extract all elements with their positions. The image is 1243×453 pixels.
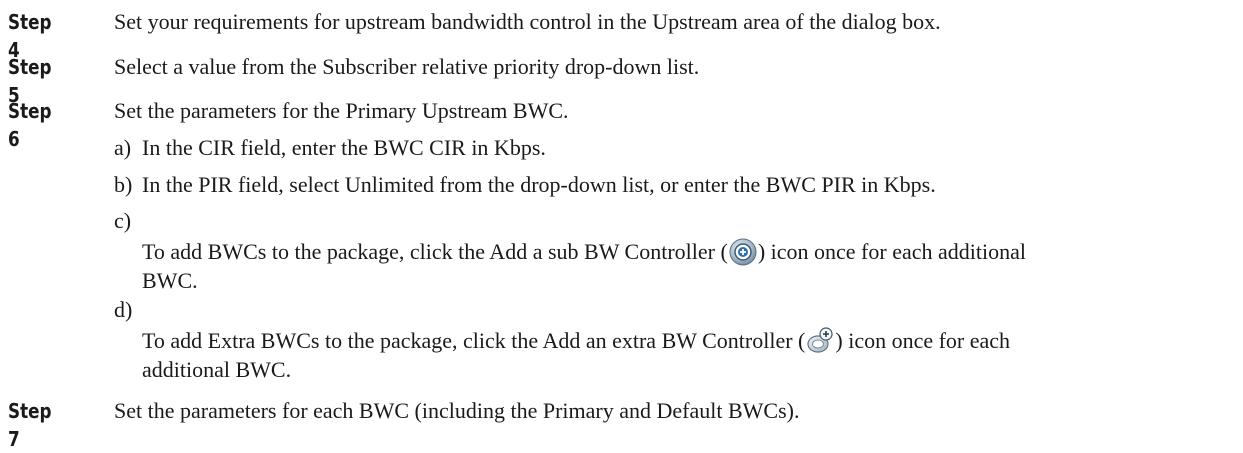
substep-text: In the PIR field, select Unlimited from … <box>142 172 936 197</box>
step-text: Set the parameters for the Primary Upstr… <box>114 98 569 123</box>
substep-text-cont: BWC. <box>142 268 198 293</box>
substep-text-before: To add Extra BWCs to the package, click … <box>142 328 806 353</box>
step-text: Set your requirements for upstream bandw… <box>114 9 941 34</box>
substep-text-cont: additional BWC. <box>142 357 292 382</box>
step-text: Set the parameters for each BWC (includi… <box>114 398 800 423</box>
add-extra-bw-controller-icon <box>805 326 835 363</box>
step-label: Step 7 <box>8 399 52 451</box>
substep-marker: d) <box>114 297 133 322</box>
substep-text-after: ) icon once for each <box>835 328 1011 353</box>
step-label: Step 6 <box>8 99 52 151</box>
substep-marker: c) <box>114 208 132 233</box>
step-text: Select a value from the Subscriber relat… <box>114 54 700 79</box>
add-sub-bw-controller-icon <box>728 237 758 274</box>
substep-text: To add BWCs to the package, click the Ad… <box>142 237 1026 274</box>
substep-text-after: ) icon once for each additional <box>757 239 1026 264</box>
substep-text-before: To add BWCs to the package, click the Ad… <box>142 239 728 264</box>
substep-text: In the CIR field, enter the BWC CIR in K… <box>142 135 546 160</box>
substep-marker: b) <box>114 172 133 197</box>
substep-marker: a) <box>114 135 132 160</box>
